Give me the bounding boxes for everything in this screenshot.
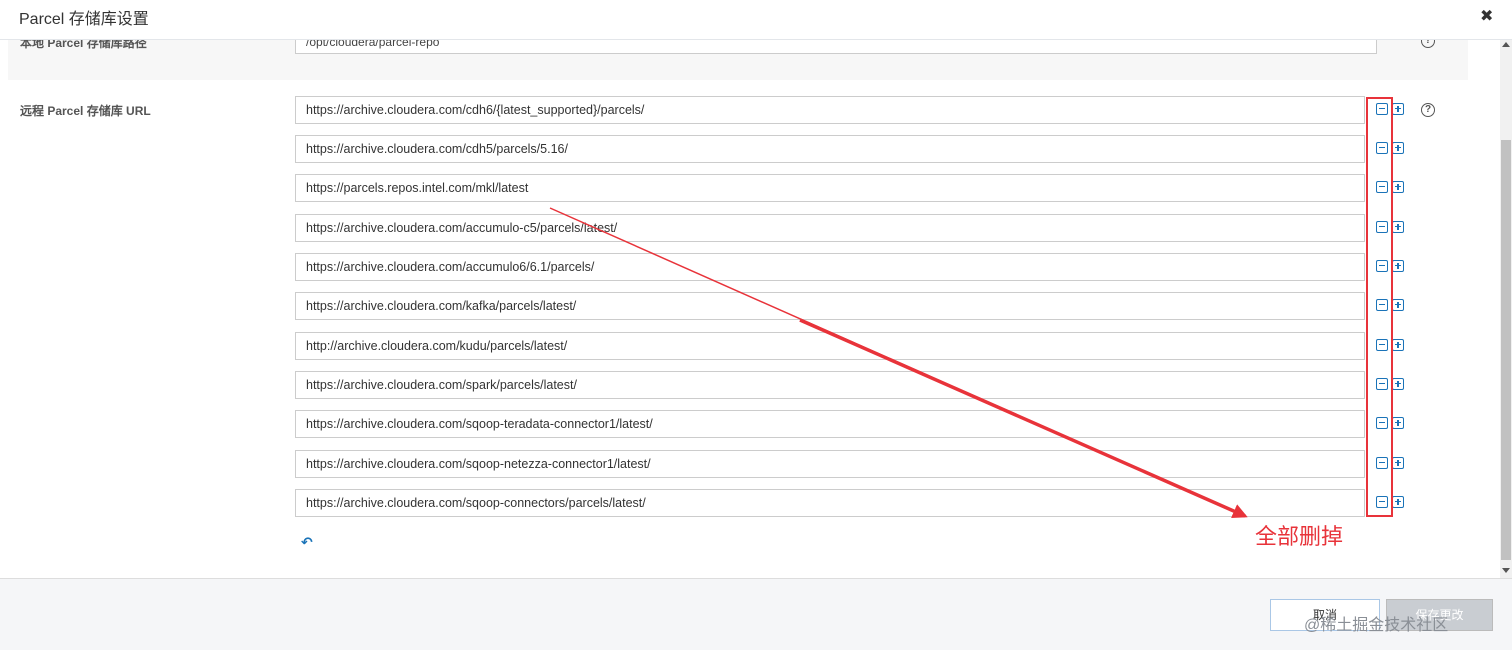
url-row: https://archive.cloudera.com/sqoop-netez…	[295, 450, 1365, 478]
url-input[interactable]: https://archive.cloudera.com/kafka/parce…	[295, 292, 1365, 320]
url-row: https://archive.cloudera.com/sqoop-terad…	[295, 410, 1365, 438]
url-row: https://archive.cloudera.com/spark/parce…	[295, 371, 1365, 399]
url-input[interactable]: https://archive.cloudera.com/cdh6/{lates…	[295, 96, 1365, 124]
url-row: https://parcels.repos.intel.com/mkl/late…	[295, 174, 1365, 202]
url-input[interactable]: http://archive.cloudera.com/kudu/parcels…	[295, 332, 1365, 360]
vertical-scrollbar[interactable]	[1500, 40, 1512, 578]
undo-icon[interactable]: ↶	[301, 534, 313, 551]
add-url-button[interactable]	[1392, 221, 1404, 233]
url-input[interactable]: https://archive.cloudera.com/cdh5/parcel…	[295, 135, 1365, 163]
add-url-button[interactable]	[1392, 378, 1404, 390]
url-row: https://archive.cloudera.com/kafka/parce…	[295, 292, 1365, 320]
add-url-button[interactable]	[1392, 496, 1404, 508]
url-input[interactable]: https://archive.cloudera.com/spark/parce…	[295, 371, 1365, 399]
add-url-button[interactable]	[1392, 181, 1404, 193]
add-url-button[interactable]	[1392, 142, 1404, 154]
url-row: https://archive.cloudera.com/cdh6/{lates…	[295, 96, 1365, 124]
url-row: https://archive.cloudera.com/accumulo6/6…	[295, 253, 1365, 281]
scroll-up-icon[interactable]	[1502, 42, 1510, 47]
url-input[interactable]: https://parcels.repos.intel.com/mkl/late…	[295, 174, 1365, 202]
add-url-button[interactable]	[1392, 299, 1404, 311]
url-input[interactable]: https://archive.cloudera.com/accumulo6/6…	[295, 253, 1365, 281]
url-input[interactable]: https://archive.cloudera.com/sqoop-conne…	[295, 489, 1365, 517]
remote-repo-label: 远程 Parcel 存储库 URL	[20, 104, 151, 118]
add-url-button[interactable]	[1392, 457, 1404, 469]
add-url-button[interactable]	[1392, 260, 1404, 272]
url-input[interactable]: https://archive.cloudera.com/sqoop-netez…	[295, 450, 1365, 478]
dialog-header: Parcel 存储库设置 ✖	[0, 0, 1512, 40]
local-repo-input[interactable]: /opt/cloudera/parcel-repo	[295, 40, 1377, 54]
url-row: https://archive.cloudera.com/sqoop-conne…	[295, 489, 1365, 517]
help-icon[interactable]: ?	[1421, 103, 1435, 117]
url-row: https://archive.cloudera.com/cdh5/parcel…	[295, 135, 1365, 163]
dialog-body: 本地 Parcel 存储库路径 /opt/cloudera/parcel-rep…	[0, 40, 1512, 578]
annotation-highlight-box	[1366, 97, 1393, 517]
url-input[interactable]: https://archive.cloudera.com/sqoop-terad…	[295, 410, 1365, 438]
help-icon[interactable]: ?	[1421, 40, 1435, 48]
add-url-button[interactable]	[1392, 103, 1404, 115]
add-url-button[interactable]	[1392, 339, 1404, 351]
local-repo-label: 本地 Parcel 存储库路径	[20, 40, 147, 50]
close-icon[interactable]: ✖	[1480, 6, 1493, 26]
local-repo-row: 本地 Parcel 存储库路径 /opt/cloudera/parcel-rep…	[8, 40, 1468, 80]
scroll-down-icon[interactable]	[1502, 568, 1510, 573]
url-row: http://archive.cloudera.com/kudu/parcels…	[295, 332, 1365, 360]
annotation-text: 全部删掉	[1255, 525, 1344, 550]
dialog-title: Parcel 存储库设置	[19, 11, 149, 28]
url-input[interactable]: https://archive.cloudera.com/accumulo-c5…	[295, 214, 1365, 242]
url-row: https://archive.cloudera.com/accumulo-c5…	[295, 214, 1365, 242]
scroll-thumb[interactable]	[1501, 140, 1511, 560]
add-url-button[interactable]	[1392, 417, 1404, 429]
watermark: @稀土掘金技术社区	[1304, 617, 1449, 634]
dialog-footer: 取消 保存更改 @稀土掘金技术社区	[0, 578, 1512, 650]
